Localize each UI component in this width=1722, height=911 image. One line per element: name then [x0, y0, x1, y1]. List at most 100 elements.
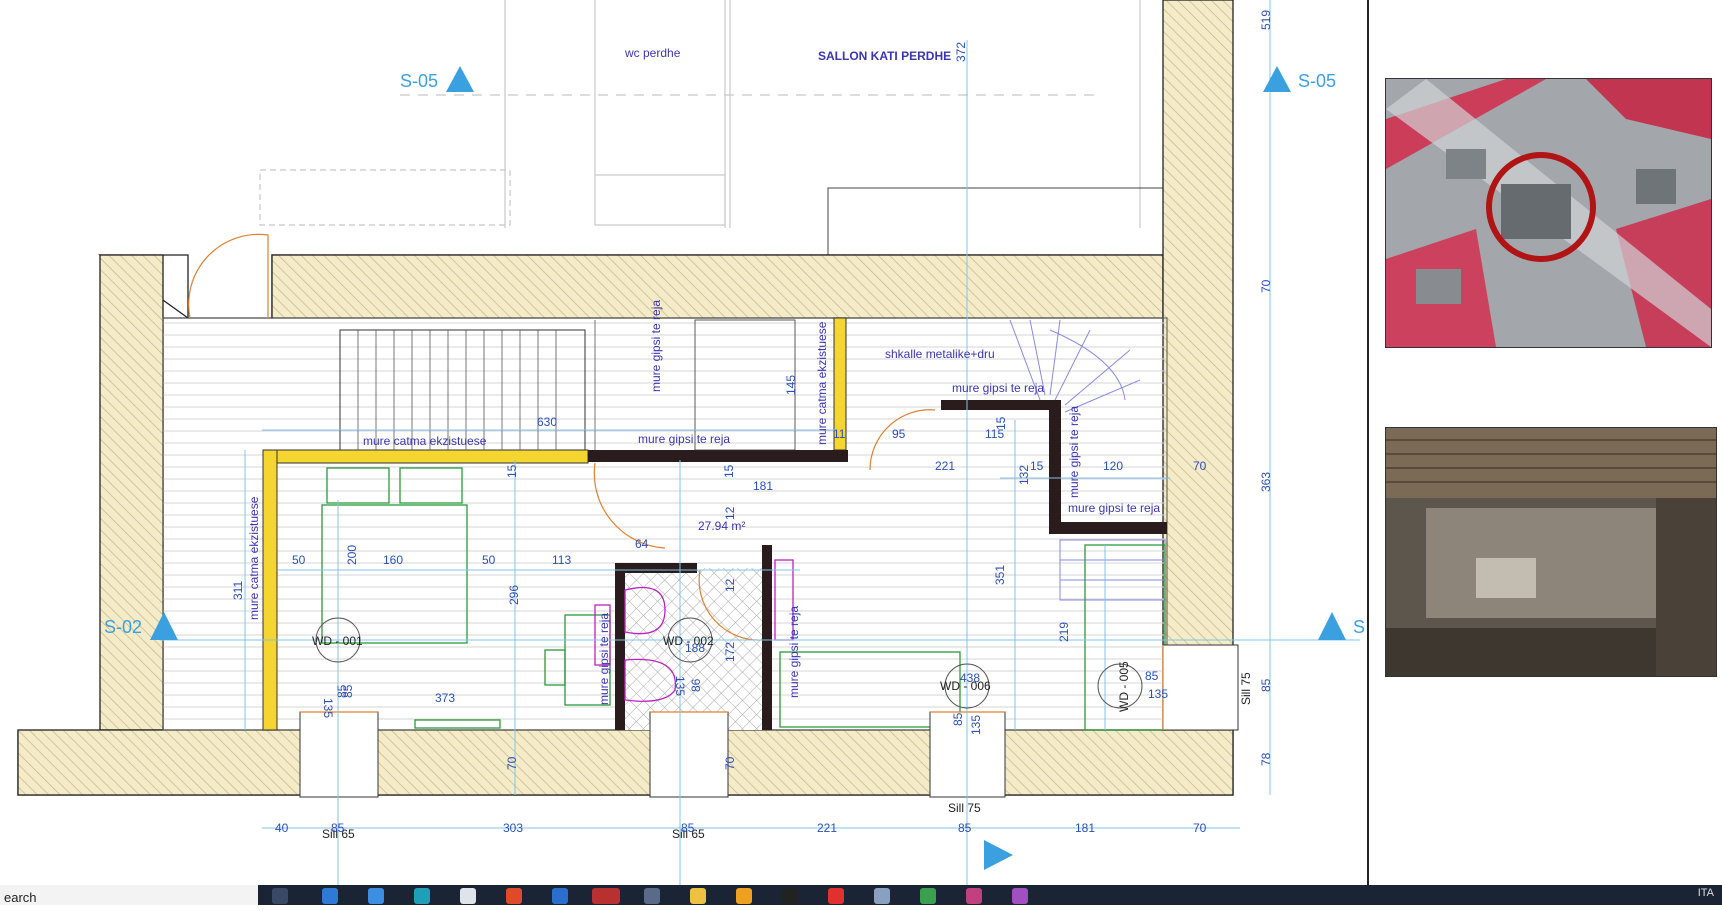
mail-icon[interactable] — [552, 888, 568, 904]
app-icon-light[interactable] — [874, 888, 890, 904]
dim-85d: 85 — [341, 684, 355, 698]
sill-label-3: Sill 75 — [948, 801, 981, 815]
dim-372: 372 — [954, 42, 968, 62]
dim-bottom-40: 40 — [275, 821, 289, 835]
acrobat-icon[interactable] — [828, 888, 844, 904]
autocad-icon[interactable] — [592, 888, 620, 904]
dim-15c: 15 — [505, 464, 519, 478]
dim-15b: 15 — [994, 416, 1008, 430]
wall-label-catma-left: mure catma ekzistuese — [247, 496, 261, 620]
dim-11: 11 — [833, 427, 846, 441]
dim-181: 181 — [753, 479, 773, 493]
dim-bottom-85c: 85 — [958, 821, 972, 835]
dim-135c: 135 — [673, 676, 687, 696]
dim-bottom-85a: 85 — [331, 821, 345, 835]
dim-70r: 70 — [1259, 279, 1273, 293]
window-tag-wd005: WD - 005 — [1117, 661, 1131, 712]
dim-188: 188 — [685, 641, 705, 655]
taskbar-search-text: earch — [4, 890, 37, 905]
room-label-stairs: shkalle metalike+dru — [885, 347, 995, 361]
dim-221: 221 — [935, 459, 955, 473]
dim-172: 172 — [723, 642, 737, 662]
wall-label-gipsi-h2: mure gipsi te reja — [952, 381, 1044, 395]
wall-label-catma-top: mure catma ekzistuese — [363, 434, 487, 448]
dim-363: 363 — [1259, 472, 1273, 492]
wall-label-gipsi-v2: mure gipsi te reja — [597, 613, 611, 705]
window-tag-wd001: WD - 001 — [312, 634, 363, 648]
dim-64: 64 — [635, 537, 649, 551]
dim-145: 145 — [784, 375, 798, 395]
panel-divider — [1367, 0, 1369, 885]
dim-373: 373 — [435, 691, 455, 705]
taskbar-search-box[interactable]: earch — [0, 885, 258, 905]
app-icon-purple[interactable] — [1012, 888, 1028, 904]
floor-plan-drawing: S-05 S-05 S-02 S wc perdhe SALLON KATI P… — [17, 0, 1365, 885]
app-icon-dark[interactable] — [782, 888, 798, 904]
dim-132: 132 — [1017, 465, 1031, 485]
dim-70c: 70 — [723, 756, 737, 770]
dim-113: 113 — [552, 553, 571, 567]
app-icon-blue[interactable] — [368, 888, 384, 904]
section-mark-s02: S-02 — [104, 617, 142, 637]
dim-78: 78 — [1259, 752, 1273, 766]
section-mark-s05-left: S-05 — [400, 71, 438, 91]
room-label-area: 27.94 m² — [698, 519, 745, 533]
wall-label-gipsi-top: mure gipsi te reja — [649, 300, 663, 392]
dim-50b: 50 — [482, 553, 496, 567]
calculator-icon[interactable] — [460, 888, 476, 904]
wall-label-gipsi-h1: mure gipsi te reja — [638, 432, 730, 446]
dim-bottom-85b: 85 — [681, 821, 695, 835]
dim-50a: 50 — [292, 553, 306, 567]
browser-icon[interactable] — [414, 888, 430, 904]
chrome-icon[interactable] — [506, 888, 522, 904]
system-tray-language[interactable]: ITA — [1698, 887, 1714, 899]
room-label-wc: wc perdhe — [624, 46, 681, 60]
section-mark-s05-right: S-05 — [1298, 71, 1336, 91]
dim-95: 95 — [892, 427, 906, 441]
dim-15a: 15 — [1030, 459, 1044, 473]
dim-85c: 85 — [951, 712, 965, 726]
dim-85r: 85 — [1259, 678, 1273, 692]
dim-135a: 135 — [1148, 687, 1168, 701]
dim-438: 438 — [960, 671, 980, 685]
dim-bottom-221: 221 — [817, 821, 837, 835]
file-explorer-icon[interactable] — [690, 888, 706, 904]
dim-12a: 12 — [723, 506, 737, 520]
dim-86: 86 — [689, 678, 703, 692]
dim-120: 120 — [1103, 459, 1123, 473]
edge-icon[interactable] — [322, 888, 338, 904]
interior-photo — [1385, 427, 1717, 677]
section-mark-s-right: S — [1353, 617, 1365, 637]
taskbar: earch ITA — [0, 885, 1722, 905]
dim-70a: 70 — [1193, 459, 1207, 473]
aerial-photo — [1385, 78, 1712, 348]
dim-519: 519 — [1259, 10, 1273, 30]
dim-bottom-70: 70 — [1193, 821, 1207, 835]
wall-label-catma-mid: mure catma ekzistuese — [815, 321, 829, 445]
dim-160: 160 — [383, 553, 403, 567]
dim-bottom-181: 181 — [1075, 821, 1095, 835]
app-icon-pink[interactable] — [966, 888, 982, 904]
app-icon-gray[interactable] — [644, 888, 660, 904]
sill-label-4: Sill 75 — [1239, 672, 1253, 705]
dim-200: 200 — [345, 545, 359, 565]
wall-label-gipsi-v3: mure gipsi te reja — [787, 606, 801, 698]
folder-icon[interactable] — [736, 888, 752, 904]
dim-311: 311 — [231, 581, 245, 600]
dim-135d: 135 — [969, 715, 983, 735]
wall-label-gipsi-h3: mure gipsi te reja — [1068, 501, 1160, 515]
excel-icon[interactable] — [920, 888, 936, 904]
task-view-icon[interactable] — [272, 888, 288, 904]
dim-296: 296 — [507, 585, 521, 605]
dim-219: 219 — [1057, 622, 1071, 642]
dim-15d: 15 — [722, 464, 736, 478]
dim-bottom-303: 303 — [503, 821, 523, 835]
dim-135b: 135 — [321, 698, 335, 718]
dim-85a: 85 — [1145, 669, 1159, 683]
wall-label-gipsi-v1: mure gipsi te reja — [1067, 406, 1081, 498]
dim-351: 351 — [993, 565, 1007, 585]
dim-630: 630 — [537, 415, 557, 429]
room-label-sallon: SALLON KATI PERDHE — [818, 49, 951, 63]
dim-70b: 70 — [505, 756, 519, 770]
dim-12b: 12 — [723, 578, 737, 592]
